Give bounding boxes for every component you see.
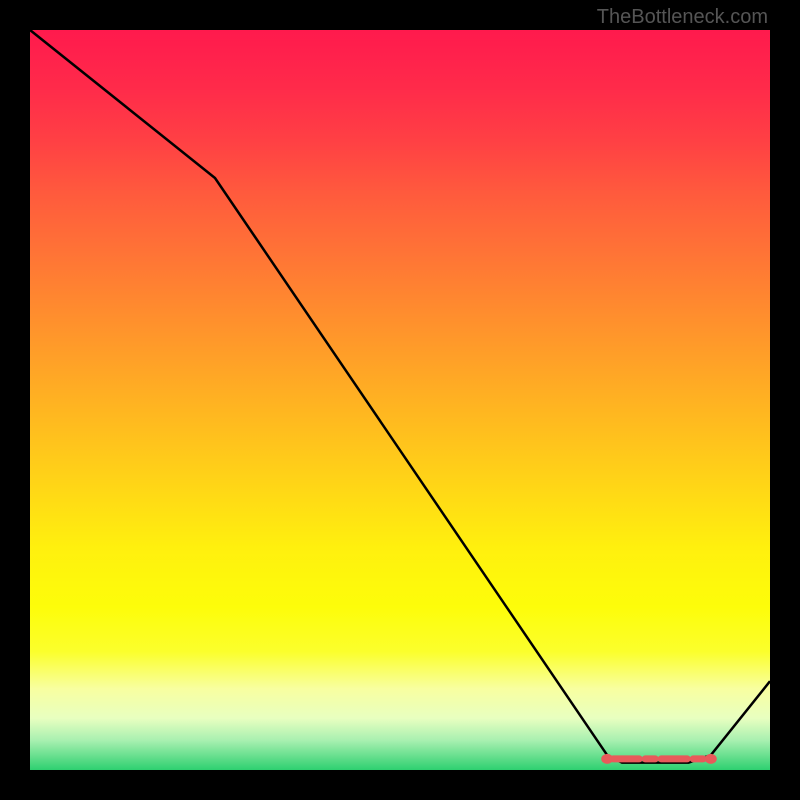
chart-svg <box>30 30 770 770</box>
watermark-text: TheBottleneck.com <box>597 6 768 29</box>
chart-container: TheBottleneck.com <box>0 0 800 800</box>
data-line <box>30 30 770 763</box>
